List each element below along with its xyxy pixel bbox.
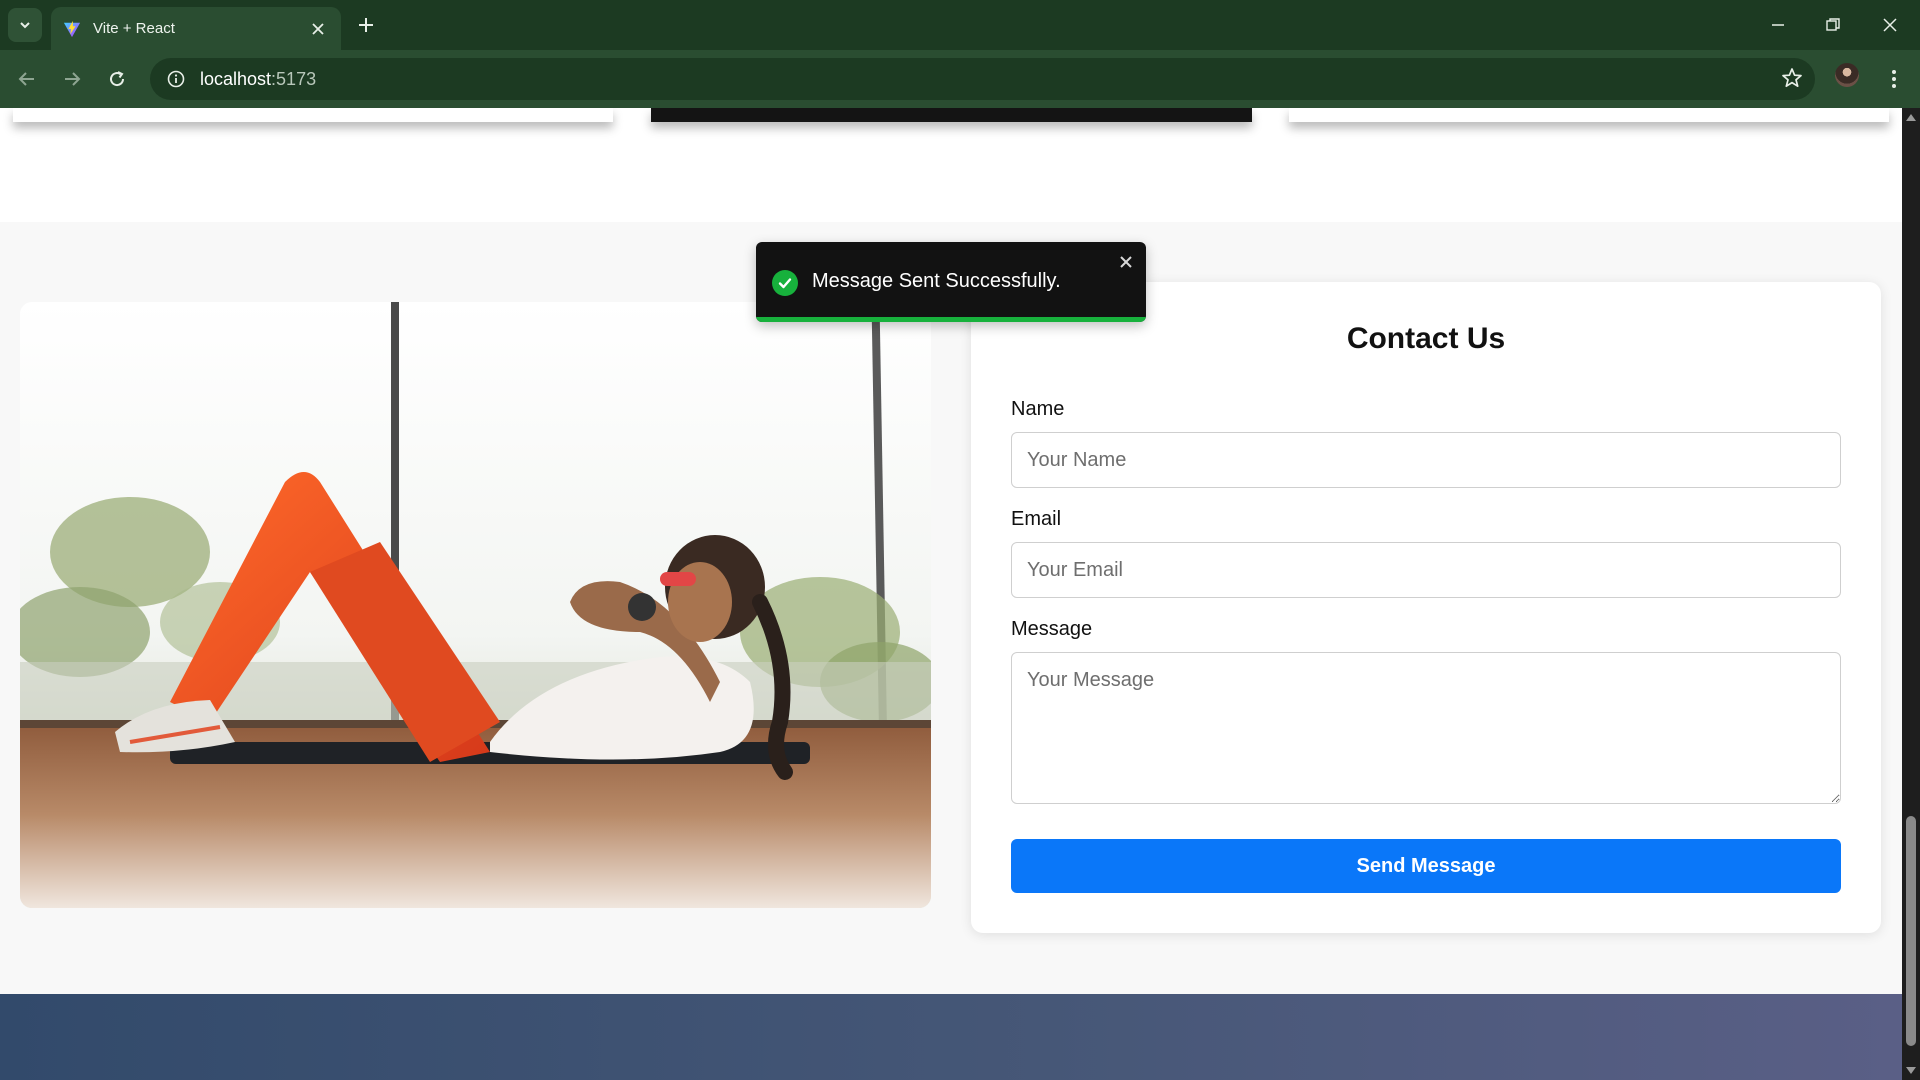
browser-tab-strip: Vite + React xyxy=(0,0,1920,50)
page-viewport: Contact Us Name Email Message Send Messa… xyxy=(0,108,1902,1080)
forward-arrow-icon[interactable] xyxy=(55,62,89,96)
cards-section xyxy=(0,108,1902,222)
tab-title: Vite + React xyxy=(93,20,175,37)
footer xyxy=(0,994,1902,1080)
success-toast: Message Sent Successfully. xyxy=(756,242,1146,322)
scroll-down-arrow-icon[interactable] xyxy=(1906,1067,1916,1074)
email-input[interactable] xyxy=(1011,542,1841,598)
message-textarea[interactable] xyxy=(1011,652,1841,804)
tab-search-button[interactable] xyxy=(8,8,42,42)
reload-icon[interactable] xyxy=(100,62,134,96)
chevron-down-icon xyxy=(20,22,30,29)
name-input[interactable] xyxy=(1011,432,1841,488)
toast-progress-bar xyxy=(756,317,1146,322)
card-bottom xyxy=(1289,108,1889,122)
close-icon[interactable] xyxy=(1116,252,1136,272)
toast-message: Message Sent Successfully. xyxy=(812,270,1061,292)
tab-close-icon[interactable] xyxy=(307,18,329,40)
address-bar[interactable]: localhost:5173 xyxy=(150,58,1815,100)
check-circle-icon xyxy=(772,270,798,296)
site-info-icon[interactable] xyxy=(156,59,196,99)
scroll-thumb[interactable] xyxy=(1906,816,1916,1046)
send-message-button[interactable]: Send Message xyxy=(1011,839,1841,893)
page-scrollbar[interactable] xyxy=(1902,108,1920,1080)
browser-menu-icon[interactable] xyxy=(1882,64,1906,94)
back-arrow-icon[interactable] xyxy=(10,62,44,96)
name-label: Name xyxy=(1011,398,1065,420)
contact-form-card: Contact Us Name Email Message Send Messa… xyxy=(971,282,1881,933)
contact-title: Contact Us xyxy=(1346,322,1506,355)
message-label: Message xyxy=(1011,618,1093,640)
browser-tab[interactable]: Vite + React xyxy=(51,7,341,50)
restore-icon[interactable] xyxy=(1813,8,1853,42)
scroll-up-arrow-icon[interactable] xyxy=(1906,114,1916,121)
card-bottom xyxy=(651,108,1252,122)
workout-photo xyxy=(20,302,931,908)
minimize-icon[interactable] xyxy=(1758,8,1798,42)
browser-toolbar: localhost:5173 xyxy=(0,50,1920,108)
bookmark-star-icon[interactable] xyxy=(1781,67,1803,94)
profile-avatar[interactable] xyxy=(1835,63,1859,87)
vite-logo-icon xyxy=(63,20,81,37)
new-tab-plus-icon[interactable] xyxy=(353,12,379,38)
url-text: localhost:5173 xyxy=(200,68,317,89)
close-window-icon[interactable] xyxy=(1870,8,1910,42)
card-bottom xyxy=(13,108,613,122)
email-label: Email xyxy=(1011,508,1062,530)
